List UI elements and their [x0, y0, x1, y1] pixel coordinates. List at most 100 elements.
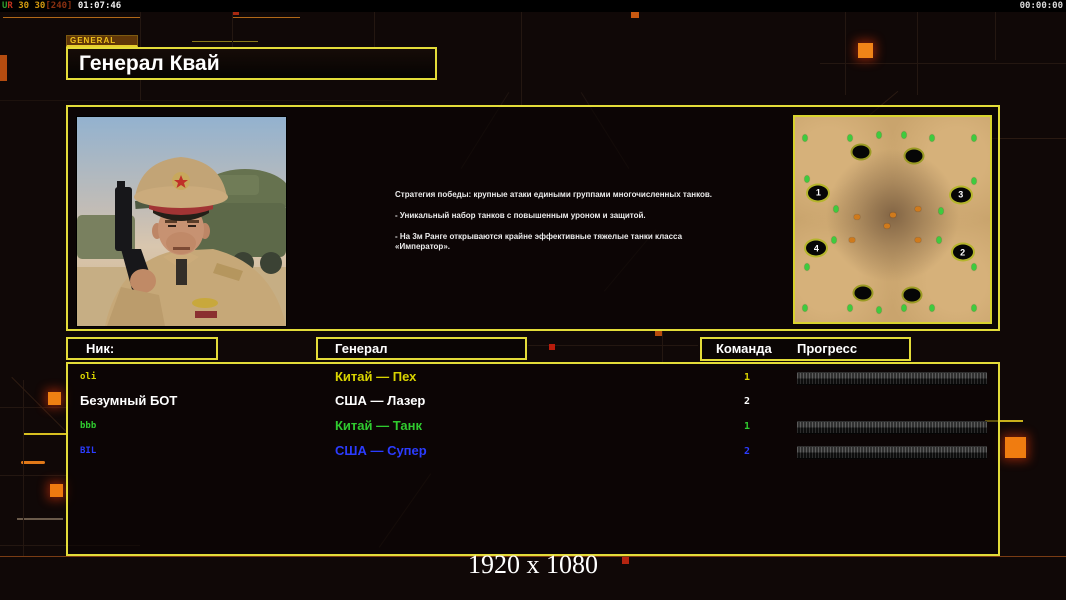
page-title: Генерал Квай: [79, 52, 220, 75]
general-tag-label: GENERAL: [66, 35, 138, 47]
player-list-panel: oli Китай — Пех 1 Безумный БОТ США — Лазер 2 b…: [66, 362, 1000, 556]
map-resource-dot-green: [833, 205, 839, 213]
player-progress-bar: [797, 372, 987, 385]
player-progress-bar: [797, 421, 987, 434]
map-oil-spot: [850, 143, 872, 161]
map-start-position-4: 4: [804, 238, 829, 258]
column-header-team: Команда: [716, 341, 772, 356]
debug-stat-segment: 30 30: [12, 1, 46, 11]
deco-line: [995, 12, 996, 60]
player-general: Китай — Пех: [335, 369, 417, 384]
player-team-number: 1: [743, 372, 751, 383]
debug-stat-segment: 01:07:46: [72, 1, 122, 11]
player-row[interactable]: oli Китай — Пех 1: [68, 369, 998, 387]
deco-line: [521, 0, 522, 105]
player-row[interactable]: Безумный БОТ США — Лазер 2: [68, 393, 998, 411]
map-structure-dot-orange: [914, 237, 921, 243]
map-structure-dot-orange: [914, 206, 921, 212]
deco-line: [820, 63, 1066, 64]
deco-square: [48, 392, 61, 405]
portrait-illustration: [77, 117, 291, 326]
map-resource-dot-green: [876, 306, 882, 314]
player-nick: bbb: [80, 421, 97, 431]
column-header-progress: Прогресс: [797, 341, 858, 356]
deco-line: [11, 376, 69, 435]
match-clock: 00:00:00: [1019, 1, 1063, 11]
map-resource-dot-green: [971, 263, 977, 271]
player-team-number: 2: [743, 396, 751, 407]
general-info-panel: Стратегия победы: крупные атаки едиными …: [66, 105, 1000, 331]
debug-stats-text: UR 30 30[240] 01:07:46: [2, 1, 121, 11]
resolution-label: 1920 x 1080: [468, 550, 598, 579]
description-line: - Уникальный набор танков с повышенным у…: [395, 211, 646, 220]
map-oil-spot: [903, 147, 925, 165]
deco-square: [1005, 437, 1026, 458]
map-structure-dot-orange: [883, 223, 890, 229]
map-resource-dot-green: [971, 134, 977, 141]
deco-line: [0, 475, 66, 476]
status-bar: UR 30 30[240] 01:07:46 00:00:00: [0, 0, 1066, 12]
map-resource-dot-green: [847, 134, 853, 141]
map-resource-dot-green: [802, 304, 808, 312]
description-line: - На 3м Ранге открываются крайне эффекти…: [395, 232, 683, 251]
deco-line: [233, 17, 300, 18]
map-resource-dot-green: [876, 131, 882, 139]
player-nick: Безумный БОТ: [80, 393, 178, 408]
deco-square: [549, 344, 555, 350]
map-resource-dot-green: [971, 304, 977, 312]
player-general: США — Лазер: [335, 393, 426, 408]
player-progress-bar: [797, 446, 987, 459]
map-start-position-1: 1: [806, 183, 831, 203]
deco-line: [917, 12, 918, 95]
map-resource-dot-green: [901, 131, 907, 139]
description-line: Стратегия победы: крупные атаки едиными …: [395, 190, 712, 199]
deco-line: [21, 461, 45, 464]
deco-square: [858, 43, 873, 58]
deco-line: [0, 100, 400, 101]
map-start-position-3: 3: [948, 185, 973, 205]
map-resource-dot-green: [938, 207, 944, 215]
deco-line: [24, 433, 66, 435]
map-resource-dot-green: [929, 304, 934, 312]
player-team-number: 2: [743, 446, 751, 457]
map-preview: 1 3 4 2: [793, 115, 992, 324]
player-general: Китай — Танк: [335, 418, 422, 433]
debug-stat-segment: [240]: [45, 1, 73, 11]
map-resource-dot-green: [901, 304, 907, 312]
map-resource-dot-green: [804, 263, 810, 271]
player-general: США — Супер: [335, 443, 427, 458]
general-portrait-image: [76, 116, 291, 327]
player-row[interactable]: bbb Китай — Танк 1: [68, 418, 998, 436]
player-nick: BIL: [80, 446, 97, 456]
map-resource-dot-green: [831, 236, 837, 244]
map-resource-dot-green: [802, 134, 808, 141]
map-oil-spot: [852, 284, 874, 302]
deco-line: [845, 12, 846, 95]
map-oil-spot: [901, 286, 923, 304]
deco-line: [3, 17, 140, 18]
map-resource-dot-green: [936, 236, 942, 244]
column-header-general: Генерал: [316, 337, 527, 360]
player-nick: oli: [80, 372, 97, 382]
player-rows: oli Китай — Пех 1 Безумный БОТ США — Лазер 2 b…: [68, 364, 998, 554]
deco-line: [23, 380, 24, 556]
deco-line: [192, 41, 258, 42]
column-header-nick: Ник:: [66, 337, 218, 360]
map-structure-dot-orange: [848, 237, 855, 243]
game-lobby-screen: UR 30 30[240] 01:07:46 00:00:00 GENERAL …: [0, 0, 1066, 600]
map-structure-dot-orange: [854, 214, 861, 220]
player-row[interactable]: BIL США — Супер 2: [68, 443, 998, 461]
map-resource-dot-green: [804, 175, 810, 182]
deco-square: [50, 484, 63, 497]
player-team-number: 1: [743, 421, 751, 432]
general-description: Стратегия победы: крупные атаки едиными …: [395, 190, 720, 263]
deco-line: [0, 407, 66, 408]
deco-left-bar: [0, 55, 7, 81]
map-structure-dot-orange: [889, 212, 896, 218]
map-resource-dot-green: [971, 177, 977, 185]
general-title-box: Генерал Квай: [66, 47, 437, 80]
deco-line: [662, 331, 663, 362]
column-header-team-progress: Команда Прогресс: [700, 337, 911, 361]
map-resource-dot-green: [929, 134, 934, 141]
map-resource-dot-green: [847, 304, 853, 312]
